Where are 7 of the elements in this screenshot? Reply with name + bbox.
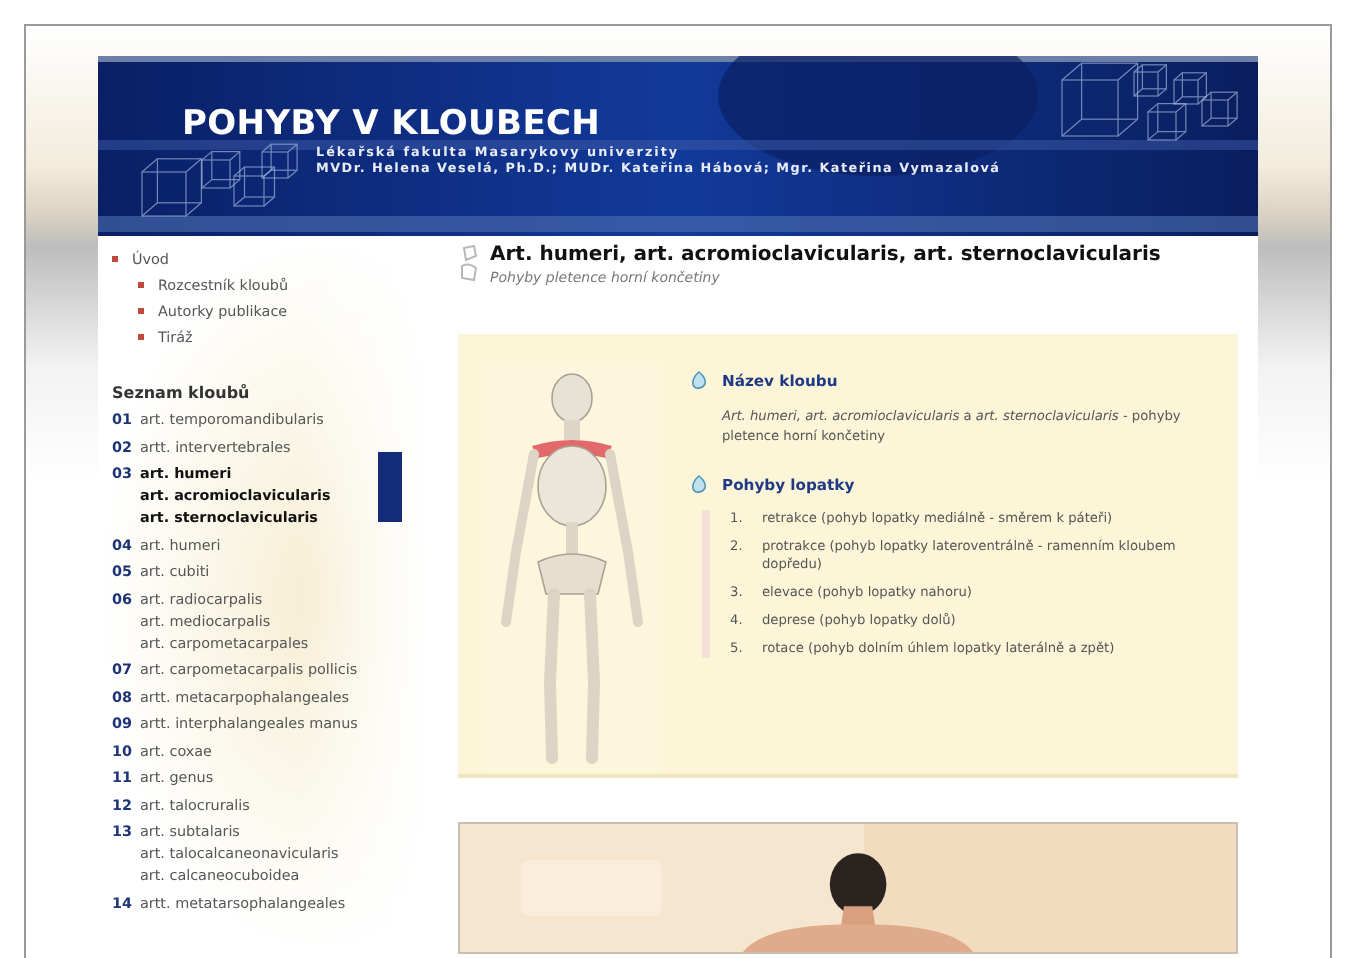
bullet-icon: [138, 307, 146, 315]
article-title: Art. humeri, art. acromioclavicularis, art. sternoclavicularis: [490, 244, 1161, 266]
bullet-icon: [138, 333, 146, 341]
bullet-icon: [138, 281, 146, 289]
bullet-icon: [112, 255, 120, 263]
site-title: POHYBY V KLOUBECH: [182, 104, 601, 144]
list-heading: Seznam kloubů: [112, 384, 252, 402]
